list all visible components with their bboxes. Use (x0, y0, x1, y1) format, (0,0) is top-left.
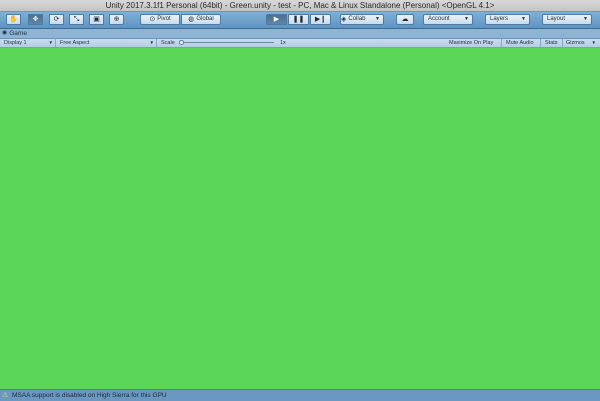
display-label: Display 1 (4, 40, 27, 46)
scale-icon: ⤡ (73, 16, 80, 23)
chevron-down-icon: ▼ (521, 16, 526, 22)
step-button[interactable]: ▶❙ (310, 14, 331, 25)
pause-button[interactable]: ❚❚ (288, 14, 309, 25)
scale-value: 1x (280, 40, 286, 46)
status-bar[interactable]: ⚠ MSAA support is disabled on High Sierr… (0, 389, 600, 401)
tab-game[interactable]: ◉ Game (2, 29, 42, 38)
stats-label: Stats (545, 40, 558, 46)
gizmos-dropdown[interactable]: Gizmos ▼ (565, 39, 598, 47)
aspect-dropdown[interactable]: Free Aspect ▼ (58, 39, 157, 47)
status-message: MSAA support is disabled on High Sierra … (12, 392, 167, 399)
chevron-down-icon: ▼ (48, 40, 53, 45)
window-title: Unity 2017.3.1f1 Personal (64bit) - Gree… (105, 1, 495, 10)
chevron-down-icon: ▼ (591, 40, 596, 45)
mute-audio-label: Mute Audio (506, 40, 534, 46)
maximize-on-play-label: Maximize On Play (449, 40, 494, 46)
scale-slider-track[interactable] (182, 42, 274, 43)
pivot-icon: ⊙ (149, 16, 156, 23)
hand-tool-button[interactable]: ✋ (6, 14, 21, 25)
collab-button[interactable]: ◈ Collab ▼ (340, 14, 384, 25)
panel-tab-bar: ◉ Game (0, 29, 600, 39)
account-label: Account (428, 16, 450, 22)
play-icon: ▶ (273, 16, 280, 23)
pivot-toggle-button[interactable]: ⊙ Pivot (140, 14, 180, 25)
main-toolbar: ✋ ✥ ⟳ ⤡ ▣ ⊕ ⊙ Pivot ◍ Global ▶ ❚❚ ▶❙ ◈ C… (0, 12, 600, 29)
aspect-label: Free Aspect (60, 40, 90, 46)
game-view-viewport[interactable] (0, 48, 600, 389)
chevron-down-icon: ▼ (583, 16, 588, 22)
move-tool-button[interactable]: ✥ (28, 14, 43, 25)
cloud-icon: ☁ (401, 16, 409, 23)
layout-label: Layout (547, 16, 566, 22)
layers-label: Layers (490, 16, 509, 22)
cloud-button[interactable]: ☁ (396, 14, 414, 25)
game-tab-icon: ◉ (2, 30, 8, 36)
globe-icon: ◍ (188, 16, 195, 23)
global-label: Global (196, 16, 214, 22)
tab-game-label: Game (9, 30, 27, 37)
pivot-label: Pivot (157, 16, 171, 22)
step-icon: ▶❙ (314, 16, 327, 23)
maximize-on-play-toggle[interactable]: Maximize On Play (447, 39, 502, 47)
collab-label: Collab (348, 16, 366, 22)
rotate-tool-button[interactable]: ⟳ (49, 14, 64, 25)
transform-tool-button[interactable]: ⊕ (109, 14, 124, 25)
mute-audio-toggle[interactable]: Mute Audio (504, 39, 541, 47)
account-dropdown[interactable]: Account ▼ (423, 14, 473, 25)
move-icon: ✥ (32, 16, 39, 23)
transform-icon: ⊕ (113, 16, 120, 23)
chevron-down-icon: ▼ (464, 16, 469, 22)
rotate-icon: ⟳ (53, 16, 60, 23)
game-view-toolbar: Display 1 ▼ Free Aspect ▼ Scale 1x Maxim… (0, 39, 600, 48)
scale-slider-handle[interactable] (179, 40, 184, 45)
window-titlebar: Unity 2017.3.1f1 Personal (64bit) - Gree… (0, 0, 600, 12)
gizmos-label: Gizmos (566, 40, 585, 46)
pause-icon: ❚❚ (292, 16, 305, 23)
layout-dropdown[interactable]: Layout ▼ (542, 14, 592, 25)
collab-icon: ◈ (341, 16, 347, 23)
rect-tool-button[interactable]: ▣ (89, 14, 104, 25)
rect-icon: ▣ (93, 16, 100, 23)
chevron-down-icon: ▼ (149, 40, 154, 45)
play-button[interactable]: ▶ (266, 14, 287, 25)
hand-icon: ✋ (9, 16, 18, 23)
scale-tool-button[interactable]: ⤡ (69, 14, 84, 25)
layers-dropdown[interactable]: Layers ▼ (485, 14, 530, 25)
chevron-down-icon: ▼ (375, 16, 380, 22)
global-toggle-button[interactable]: ◍ Global (181, 14, 221, 25)
stats-toggle[interactable]: Stats (543, 39, 563, 47)
scale-label: Scale (161, 40, 175, 46)
warning-icon: ⚠ (2, 392, 9, 399)
display-dropdown[interactable]: Display 1 ▼ (2, 39, 56, 47)
